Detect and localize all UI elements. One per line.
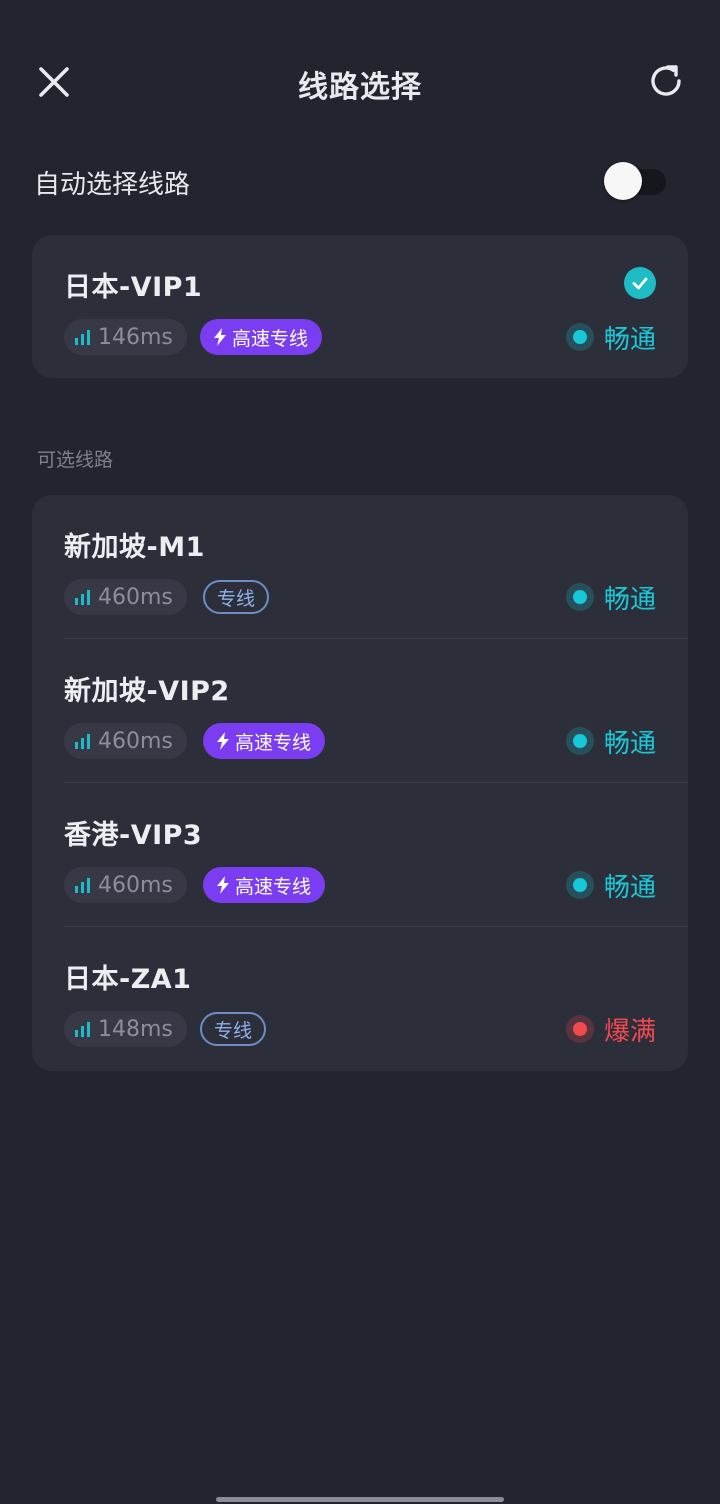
route-name: 香港-VIP3 <box>64 820 203 851</box>
status-indicator: 畅通 <box>565 867 656 903</box>
signal-icon <box>75 734 90 749</box>
status-dot-icon <box>565 871 594 899</box>
latency-value: 460ms <box>98 728 173 754</box>
latency-value: 460ms <box>98 584 173 610</box>
refresh-icon <box>651 65 681 96</box>
latency-badge: 146ms <box>64 319 187 355</box>
latency-badge: 460ms <box>64 867 187 903</box>
route-list: 新加坡-M1 460ms 专线 畅通 新加坡-VIP2 460ms 高速专线 畅… <box>32 495 688 1071</box>
status-text: 畅通 <box>603 872 656 903</box>
route-name: 日本-VIP1 <box>64 272 203 303</box>
auto-select-toggle[interactable] <box>604 162 666 200</box>
current-route-card: 日本-VIP1 146ms 高速专线 畅通 <box>32 235 688 378</box>
auto-select-label: 自动选择线路 <box>34 170 191 200</box>
header: 线路选择 <box>0 40 720 120</box>
line-tag: 专线 <box>203 580 270 614</box>
status-text: 畅通 <box>603 728 656 759</box>
fast-line-tag: 高速专线 <box>203 723 326 759</box>
line-tag: 专线 <box>200 1012 267 1046</box>
signal-icon <box>75 590 90 605</box>
status-text: 爆满 <box>603 1016 656 1047</box>
lightning-icon <box>214 328 226 346</box>
tag-label: 高速专线 <box>232 327 309 350</box>
signal-icon <box>75 330 90 345</box>
current-route[interactable]: 日本-VIP1 146ms 高速专线 畅通 <box>32 235 688 379</box>
lightning-icon <box>217 732 229 750</box>
fast-line-tag: 高速专线 <box>203 867 326 903</box>
status-dot-icon <box>565 323 594 351</box>
tag-label: 高速专线 <box>235 731 312 754</box>
refresh-button[interactable] <box>640 58 692 104</box>
page-title: 线路选择 <box>298 70 422 105</box>
latency-value: 146ms <box>98 324 173 350</box>
signal-icon <box>75 1022 90 1037</box>
selected-check-icon <box>624 267 656 299</box>
lightning-icon <box>217 876 229 894</box>
route-item-sg-m1[interactable]: 新加坡-M1 460ms 专线 畅通 <box>32 495 688 639</box>
fast-line-tag: 高速专线 <box>200 319 323 355</box>
route-selection-screen: 线路选择 自动选择线路 日本-VIP1 146ms 高速专线 畅通 可选线路 新… <box>0 0 720 1504</box>
status-text: 畅通 <box>603 584 656 615</box>
toggle-knob <box>604 162 642 200</box>
status-indicator: 畅通 <box>565 579 656 615</box>
route-name: 新加坡-M1 <box>64 532 205 563</box>
route-name: 日本-ZA1 <box>64 964 192 995</box>
status-dot-icon <box>565 727 594 755</box>
route-item-jp-za1[interactable]: 日本-ZA1 148ms 专线 爆满 <box>32 927 688 1071</box>
section-label: 可选线路 <box>37 449 114 471</box>
latency-value: 460ms <box>98 872 173 898</box>
status-dot-icon <box>565 1015 594 1043</box>
latency-badge: 148ms <box>64 1011 187 1047</box>
signal-icon <box>75 878 90 893</box>
home-indicator[interactable] <box>216 1497 504 1502</box>
latency-value: 148ms <box>98 1016 173 1042</box>
tag-label: 高速专线 <box>235 875 312 898</box>
latency-badge: 460ms <box>64 723 187 759</box>
status-indicator: 爆满 <box>565 1011 656 1047</box>
latency-badge: 460ms <box>64 579 187 615</box>
status-indicator: 畅通 <box>565 319 656 355</box>
auto-select-row: 自动选择线路 <box>34 160 674 204</box>
route-item-sg-vip2[interactable]: 新加坡-VIP2 460ms 高速专线 畅通 <box>32 639 688 783</box>
status-indicator: 畅通 <box>565 723 656 759</box>
status-text: 畅通 <box>603 324 656 355</box>
status-dot-icon <box>565 583 594 611</box>
route-item-hk-vip3[interactable]: 香港-VIP3 460ms 高速专线 畅通 <box>32 783 688 927</box>
route-name: 新加坡-VIP2 <box>64 676 230 707</box>
